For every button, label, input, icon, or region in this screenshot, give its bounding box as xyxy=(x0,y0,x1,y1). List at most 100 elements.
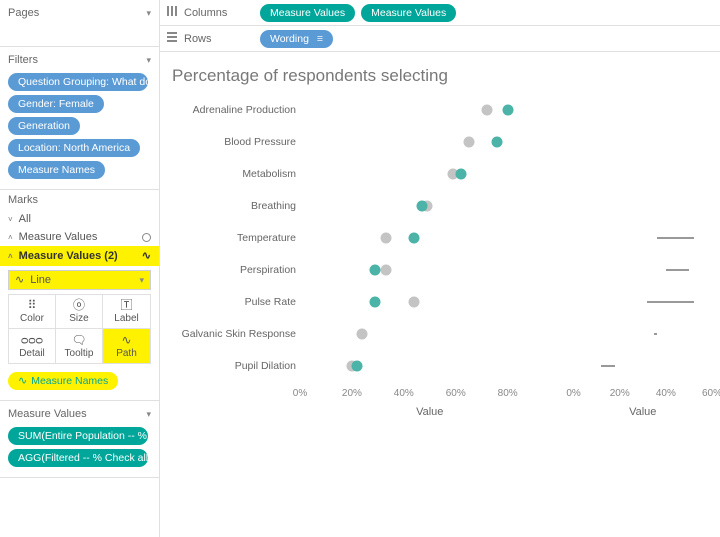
measure-values-card: Measure Values ▾ SUM(Entire Population -… xyxy=(0,401,159,478)
dropdown-icon: ▾ xyxy=(139,275,144,286)
data-point[interactable] xyxy=(416,201,427,212)
marks-card-row[interactable]: ˄ Measure Values (2) ∿ xyxy=(0,246,159,266)
filter-pill[interactable]: Generation xyxy=(8,117,80,135)
line-icon: ∿ xyxy=(15,273,24,287)
btn-label: Label xyxy=(114,313,138,324)
marks-card-row[interactable]: ˅ All xyxy=(0,210,159,228)
mark-tooltip-button[interactable]: 🗨 Tooltip xyxy=(56,329,103,363)
range-segment[interactable] xyxy=(601,365,615,367)
mark-type-select[interactable]: ∿ Line ▾ xyxy=(8,270,151,290)
rows-shelf[interactable]: Rows Wording≡ xyxy=(160,26,720,52)
range-segment[interactable] xyxy=(654,333,656,335)
size-icon: ⓞ xyxy=(73,299,85,311)
marks-card: Marks ˅ All ˄ Measure Values ˄ Measure Values… xyxy=(0,190,159,401)
pages-card: Pages ▾ xyxy=(0,0,159,47)
axis-label: Value xyxy=(416,406,443,418)
data-point[interactable] xyxy=(380,233,391,244)
marks-title: Marks xyxy=(8,194,38,206)
axis-tick: 0% xyxy=(293,388,307,399)
btn-label: Tooltip xyxy=(65,348,94,359)
row-label: Pulse Rate xyxy=(245,296,296,308)
columns-icon xyxy=(166,5,178,20)
data-point[interactable] xyxy=(455,169,466,180)
chart-title: Percentage of respondents selecting xyxy=(172,66,712,86)
filters-title: Filters xyxy=(8,54,38,66)
measure-value-pill[interactable]: SUM(Entire Population -- % .. xyxy=(8,427,148,445)
path-icon: ∿ xyxy=(121,334,131,346)
mark-size-button[interactable]: ⓞ Size xyxy=(56,295,103,329)
axis-tick: 40% xyxy=(394,388,414,399)
columns-label: Columns xyxy=(184,7,227,19)
line-icon: ∿ xyxy=(18,374,27,388)
row-label: Blood Pressure xyxy=(224,136,296,148)
mark-label-button[interactable]: 🅃 Label xyxy=(103,295,150,329)
data-point[interactable] xyxy=(370,265,381,276)
range-segment[interactable] xyxy=(666,269,689,271)
pill-label: Measure Names xyxy=(31,375,108,387)
data-point[interactable] xyxy=(492,137,503,148)
circle-icon xyxy=(142,233,151,242)
tooltip-icon: 🗨 xyxy=(71,334,86,346)
data-point[interactable] xyxy=(352,361,363,372)
dropdown-icon[interactable]: ▾ xyxy=(146,8,151,19)
data-point[interactable] xyxy=(370,297,381,308)
chart-viewport[interactable]: Percentage of respondents selecting Adre… xyxy=(160,52,720,537)
filter-pill[interactable]: Measure Names xyxy=(8,161,105,179)
measure-values-title: Measure Values xyxy=(8,408,87,420)
row-label: Breathing xyxy=(251,200,296,212)
axis-tick: 0% xyxy=(566,388,580,399)
data-point[interactable] xyxy=(357,329,368,340)
axis-tick: 20% xyxy=(610,388,630,399)
filter-pill[interactable]: Gender: Female xyxy=(8,95,104,113)
data-point[interactable] xyxy=(409,233,420,244)
label-icon: 🅃 xyxy=(120,299,132,311)
axis-tick: 20% xyxy=(342,388,362,399)
measure-value-pill[interactable]: AGG(Filtered -- % Check all .. xyxy=(8,449,148,467)
line-icon: ∿ xyxy=(142,249,151,263)
chevron-icon: ˄ xyxy=(8,252,13,261)
range-segment[interactable] xyxy=(647,301,693,303)
pages-title: Pages xyxy=(8,7,39,19)
marks-card-row[interactable]: ˄ Measure Values xyxy=(0,228,159,246)
range-segment[interactable] xyxy=(657,237,694,239)
axis-tick: 40% xyxy=(656,388,676,399)
btn-label: Color xyxy=(20,313,44,324)
color-icon: ⠿ xyxy=(28,299,37,311)
mark-detail-button[interactable]: ᴑᴑᴑ Detail xyxy=(9,329,56,363)
row-label: Perspiration xyxy=(240,264,296,276)
chevron-icon: ˅ xyxy=(8,215,13,224)
marks-card-label: Measure Values xyxy=(19,231,136,243)
marks-card-label: All xyxy=(19,213,151,225)
rows-icon xyxy=(166,31,178,46)
filters-card: Filters ▾ Question Grouping: What do.. Ge… xyxy=(0,47,159,190)
row-label: Pupil Dilation xyxy=(235,360,296,372)
columns-pill[interactable]: Measure Values xyxy=(260,4,355,22)
data-point[interactable] xyxy=(380,265,391,276)
axis-label: Value xyxy=(629,406,656,418)
detail-icon: ᴑᴑᴑ xyxy=(21,334,43,346)
filter-pill[interactable]: Question Grouping: What do.. xyxy=(8,73,148,91)
mark-path-button[interactable]: ∿ Path xyxy=(103,329,150,363)
data-point[interactable] xyxy=(481,105,492,116)
mark-color-button[interactable]: ⠿ Color xyxy=(9,295,56,329)
row-label: Adrenaline Production xyxy=(193,104,296,116)
axis-tick: 60% xyxy=(702,388,720,399)
axis-tick: 80% xyxy=(498,388,518,399)
rows-pill[interactable]: Wording≡ xyxy=(260,30,333,48)
sort-icon: ≡ xyxy=(317,33,323,45)
columns-pill[interactable]: Measure Values xyxy=(361,4,456,22)
data-point[interactable] xyxy=(409,297,420,308)
chevron-icon: ˄ xyxy=(8,233,13,242)
columns-shelf[interactable]: Columns Measure Values Measure Values xyxy=(160,0,720,26)
btn-label: Path xyxy=(116,348,137,359)
dropdown-icon[interactable]: ▾ xyxy=(146,409,151,420)
data-point[interactable] xyxy=(463,137,474,148)
marks-assigned-pill[interactable]: ∿ Measure Names xyxy=(8,372,118,390)
btn-label: Detail xyxy=(19,348,45,359)
rows-label: Rows xyxy=(184,33,212,45)
dropdown-icon[interactable]: ▾ xyxy=(146,55,151,66)
filter-pill[interactable]: Location: North America xyxy=(8,139,140,157)
marks-card-label: Measure Values (2) xyxy=(19,250,136,262)
data-point[interactable] xyxy=(502,105,513,116)
btn-label: Size xyxy=(69,313,88,324)
